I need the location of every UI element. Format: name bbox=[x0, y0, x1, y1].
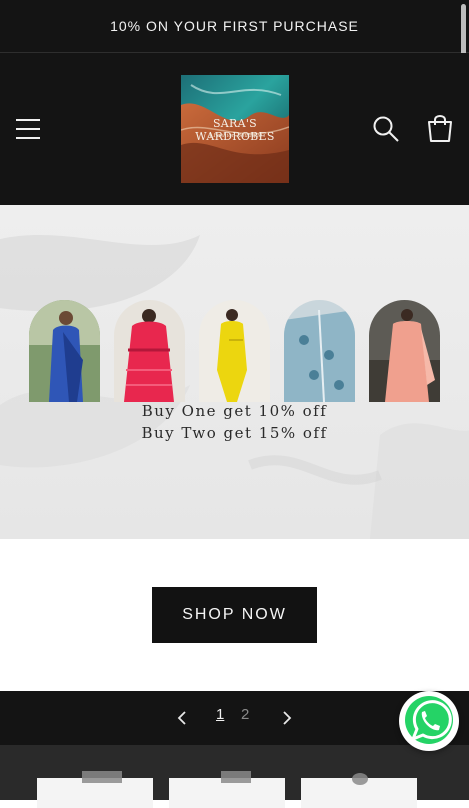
menu-icon-bar bbox=[16, 137, 40, 139]
cart-icon bbox=[428, 115, 452, 142]
search-button[interactable] bbox=[371, 114, 401, 144]
menu-icon-bar bbox=[16, 128, 40, 130]
previous-slide-button[interactable] bbox=[174, 708, 190, 728]
announcement-text: 10% ON YOUR FIRST PURCHASE bbox=[110, 18, 359, 34]
next-slide-button[interactable] bbox=[279, 708, 295, 728]
search-icon bbox=[373, 116, 399, 142]
hero-banner[interactable]: Buy One get 10% off Buy Two get 15% off bbox=[0, 205, 469, 539]
menu-button[interactable] bbox=[16, 117, 42, 141]
product-image-4 bbox=[284, 300, 355, 402]
announcement-bar: 10% ON YOUR FIRST PURCHASE bbox=[0, 0, 469, 53]
product-image-3 bbox=[199, 300, 270, 402]
product-image-1 bbox=[29, 300, 100, 402]
shop-now-button[interactable]: SHOP NOW bbox=[152, 587, 317, 643]
chevron-right-icon bbox=[283, 711, 292, 725]
page-2-link[interactable]: 2 bbox=[241, 706, 249, 723]
logo[interactable]: SARA'S WARDROBES A Fashion Boutique bbox=[181, 75, 289, 183]
tape-decoration bbox=[82, 771, 122, 783]
menu-icon bbox=[16, 119, 40, 121]
cart-button[interactable] bbox=[425, 114, 455, 144]
logo-tagline: A Fashion Boutique bbox=[207, 133, 263, 139]
product-image-2 bbox=[114, 300, 185, 402]
tape-decoration bbox=[352, 773, 368, 785]
chevron-left-icon bbox=[177, 711, 186, 725]
logo-title: SARA'S WARDROBES bbox=[195, 117, 275, 143]
whatsapp-icon bbox=[405, 696, 453, 744]
promo-line-1: Buy One get 10% off bbox=[141, 402, 328, 420]
tape-decoration bbox=[221, 771, 251, 783]
promo-line-2: Buy Two get 15% off bbox=[141, 424, 328, 442]
whatsapp-chat-button[interactable] bbox=[399, 691, 459, 751]
page-1-link[interactable]: 1 bbox=[216, 706, 224, 723]
product-image-5 bbox=[369, 300, 440, 402]
